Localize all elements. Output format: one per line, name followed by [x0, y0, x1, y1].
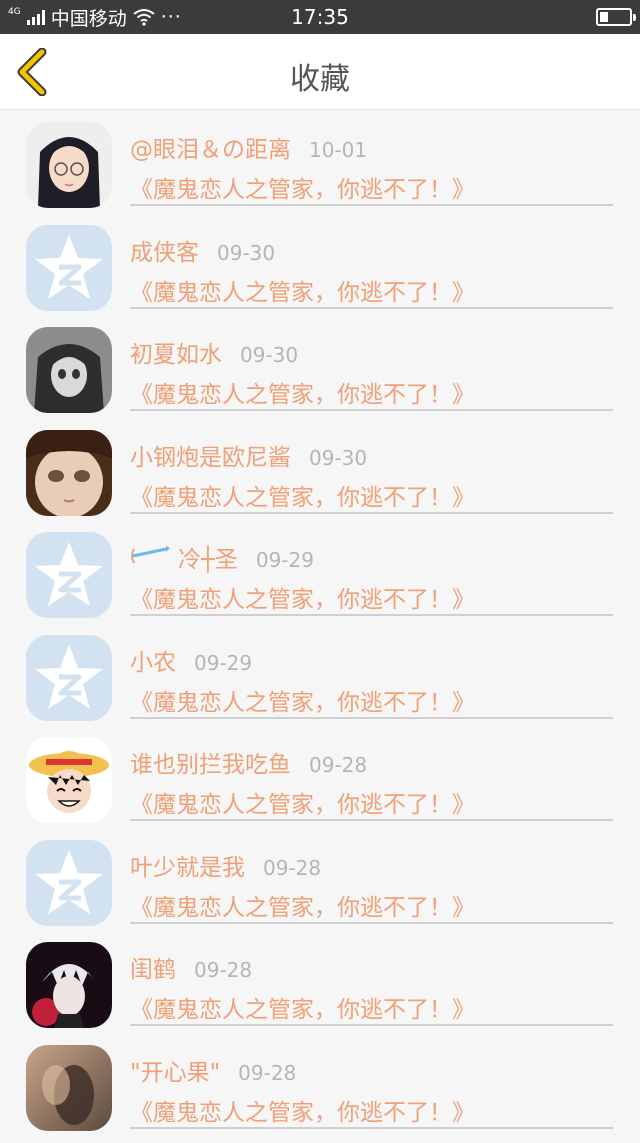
favorites-list: @眼泪＆の距离 10-01 《魔鬼恋人之管家，你逃不了！》成侠客 09-30 《魔鬼恋人…	[0, 118, 640, 1143]
status-right	[596, 0, 632, 34]
avatar[interactable]	[26, 635, 112, 721]
list-item-body: 叶少就是我 09-28 《魔鬼恋人之管家，你逃不了！》	[130, 836, 613, 924]
list-item-header: @眼泪＆の距离 10-01	[130, 130, 367, 164]
avatar-image	[26, 327, 112, 413]
user-name[interactable]: 小农	[130, 643, 176, 677]
avatar-image	[26, 122, 112, 208]
user-name[interactable]: 叶少就是我	[130, 848, 245, 882]
status-bar: 4G 中国移动 ··· 17:35	[0, 0, 640, 34]
list-item[interactable]: 冷┼圣 09-29 《魔鬼恋人之管家，你逃不了！》	[0, 528, 640, 631]
avatar[interactable]	[26, 122, 112, 208]
default-avatar-icon	[26, 840, 112, 926]
timestamp: 09-28	[194, 958, 252, 982]
list-item-body: 谁也别拦我吃鱼 09-28 《魔鬼恋人之管家，你逃不了！》	[130, 733, 613, 821]
list-item-header: "开心果" 09-28	[130, 1053, 296, 1087]
avatar-image	[26, 737, 112, 823]
favorite-title-link[interactable]: 《魔鬼恋人之管家，你逃不了！》	[130, 273, 475, 307]
favorite-title-link[interactable]: 《魔鬼恋人之管家，你逃不了！》	[130, 1093, 475, 1127]
list-item[interactable]: 成侠客 09-30 《魔鬼恋人之管家，你逃不了！》	[0, 221, 640, 324]
list-item-body: 小农 09-29 《魔鬼恋人之管家，你逃不了！》	[130, 631, 613, 719]
avatar[interactable]	[26, 737, 112, 823]
avatar[interactable]	[26, 430, 112, 516]
avatar-image	[26, 430, 112, 516]
favorite-title-link[interactable]: 《魔鬼恋人之管家，你逃不了！》	[130, 990, 475, 1024]
favorite-title-link[interactable]: 《魔鬼恋人之管家，你逃不了！》	[130, 478, 475, 512]
list-item-header: 谁也别拦我吃鱼 09-28	[130, 745, 367, 779]
list-item[interactable]: 叶少就是我 09-28 《魔鬼恋人之管家，你逃不了！》	[0, 836, 640, 939]
avatar[interactable]	[26, 532, 112, 618]
favorite-title-link[interactable]: 《魔鬼恋人之管家，你逃不了！》	[130, 785, 475, 819]
list-item-body: 初夏如水 09-30 《魔鬼恋人之管家，你逃不了！》	[130, 323, 613, 411]
favorite-title-link[interactable]: 《魔鬼恋人之管家，你逃不了！》	[130, 888, 475, 922]
default-avatar-icon	[26, 532, 112, 618]
bow-arrow-icon	[130, 545, 170, 567]
page-title: 收藏	[0, 54, 640, 98]
timestamp: 09-29	[256, 548, 314, 572]
favorite-title-link[interactable]: 《魔鬼恋人之管家，你逃不了！》	[130, 683, 475, 717]
list-item-header: 闺鹤 09-28	[130, 950, 252, 984]
list-item-body: @眼泪＆の距离 10-01 《魔鬼恋人之管家，你逃不了！》	[130, 118, 613, 206]
avatar[interactable]	[26, 942, 112, 1028]
favorite-title-link[interactable]: 《魔鬼恋人之管家，你逃不了！》	[130, 170, 475, 204]
list-item[interactable]: 谁也别拦我吃鱼 09-28 《魔鬼恋人之管家，你逃不了！》	[0, 733, 640, 836]
list-item-body: 成侠客 09-30 《魔鬼恋人之管家，你逃不了！》	[130, 221, 613, 309]
battery-fill	[600, 12, 608, 22]
default-avatar-icon	[26, 635, 112, 721]
list-item-body: 小钢炮是欧尼酱 09-30 《魔鬼恋人之管家，你逃不了！》	[130, 426, 613, 514]
user-name[interactable]: 谁也别拦我吃鱼	[130, 745, 291, 779]
timestamp: 09-30	[240, 343, 298, 367]
user-name[interactable]: 初夏如水	[130, 335, 222, 369]
avatar-image	[26, 942, 112, 1028]
list-item[interactable]: @眼泪＆の距离 10-01 《魔鬼恋人之管家，你逃不了！》	[0, 118, 640, 221]
default-avatar-icon	[26, 225, 112, 311]
list-item-header: 初夏如水 09-30	[130, 335, 298, 369]
list-item[interactable]: 初夏如水 09-30 《魔鬼恋人之管家，你逃不了！》	[0, 323, 640, 426]
list-item-header: 叶少就是我 09-28	[130, 848, 321, 882]
list-item[interactable]: "开心果" 09-28 《魔鬼恋人之管家，你逃不了！》	[0, 1041, 640, 1143]
avatar[interactable]	[26, 840, 112, 926]
timestamp: 09-28	[309, 753, 367, 777]
user-name[interactable]: 小钢炮是欧尼酱	[130, 438, 291, 472]
list-item-header: 成侠客 09-30	[130, 233, 275, 267]
timestamp: 09-30	[309, 446, 367, 470]
timestamp: 09-30	[217, 241, 275, 265]
avatar[interactable]	[26, 1045, 112, 1131]
status-time: 17:35	[0, 5, 640, 29]
timestamp: 09-28	[238, 1061, 296, 1085]
user-name[interactable]: @眼泪＆の距离	[130, 130, 291, 164]
nav-bar: 收藏	[0, 34, 640, 110]
list-item[interactable]: 小农 09-29 《魔鬼恋人之管家，你逃不了！》	[0, 631, 640, 734]
favorite-title-link[interactable]: 《魔鬼恋人之管家，你逃不了！》	[130, 580, 475, 614]
list-item[interactable]: 小钢炮是欧尼酱 09-30 《魔鬼恋人之管家，你逃不了！》	[0, 426, 640, 529]
user-name[interactable]: "开心果"	[130, 1053, 220, 1087]
user-name[interactable]: 成侠客	[130, 233, 199, 267]
list-item-body: 闺鹤 09-28 《魔鬼恋人之管家，你逃不了！》	[130, 938, 613, 1026]
timestamp: 09-28	[263, 856, 321, 880]
battery-icon	[596, 8, 632, 26]
user-name[interactable]: 冷┼圣	[178, 540, 238, 574]
avatar[interactable]	[26, 225, 112, 311]
list-item[interactable]: 闺鹤 09-28 《魔鬼恋人之管家，你逃不了！》	[0, 938, 640, 1041]
user-name[interactable]: 闺鹤	[130, 950, 176, 984]
favorite-title-link[interactable]: 《魔鬼恋人之管家，你逃不了！》	[130, 375, 475, 409]
avatar-image	[26, 1045, 112, 1131]
avatar[interactable]	[26, 327, 112, 413]
list-item-header: 小农 09-29	[130, 643, 252, 677]
list-item-header: 冷┼圣 09-29	[130, 540, 314, 574]
list-item-body: "开心果" 09-28 《魔鬼恋人之管家，你逃不了！》	[130, 1041, 613, 1129]
list-item-header: 小钢炮是欧尼酱 09-30	[130, 438, 367, 472]
timestamp: 09-29	[194, 651, 252, 675]
timestamp: 10-01	[309, 138, 367, 162]
list-item-body: 冷┼圣 09-29 《魔鬼恋人之管家，你逃不了！》	[130, 528, 613, 616]
